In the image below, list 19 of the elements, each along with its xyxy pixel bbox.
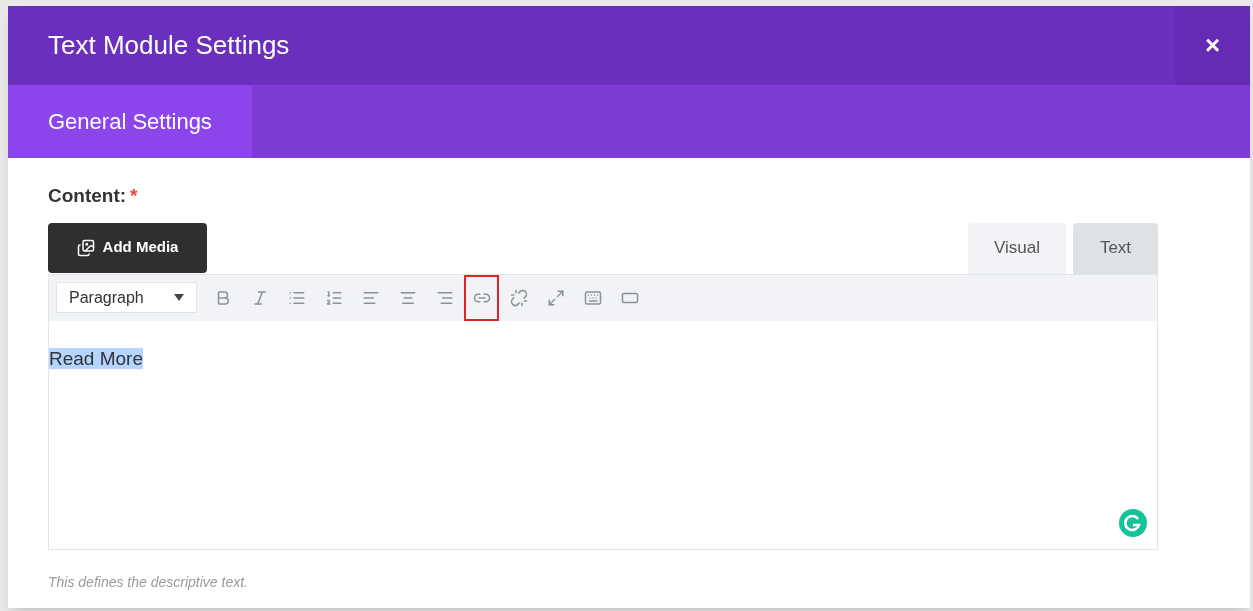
field-label: Content: [48,184,127,208]
expand-icon [546,288,565,307]
editor-tab[interactable]: Text [1073,222,1158,274]
numbered-list-icon [324,288,343,307]
add-media-button[interactable]: Add Media [48,222,207,273]
required-mark: * [130,184,138,208]
editor-text: Read More [49,347,143,369]
media-icon [76,238,95,257]
close-button[interactable]: × [1175,6,1250,85]
keyboard-icon [583,288,602,307]
window-title: Text Module Settings [47,29,290,62]
format-select[interactable]: Paragraph [56,282,197,313]
editor-tab[interactable]: Visual [968,222,1066,274]
unlink-icon [509,288,528,307]
grammar-check-icon [1119,508,1147,537]
field-description: This defines the descriptive text. [48,572,249,592]
link-button[interactable] [464,274,499,321]
settings-tab[interactable]: General Settings [8,85,252,158]
dropdown-caret-icon [174,294,184,301]
